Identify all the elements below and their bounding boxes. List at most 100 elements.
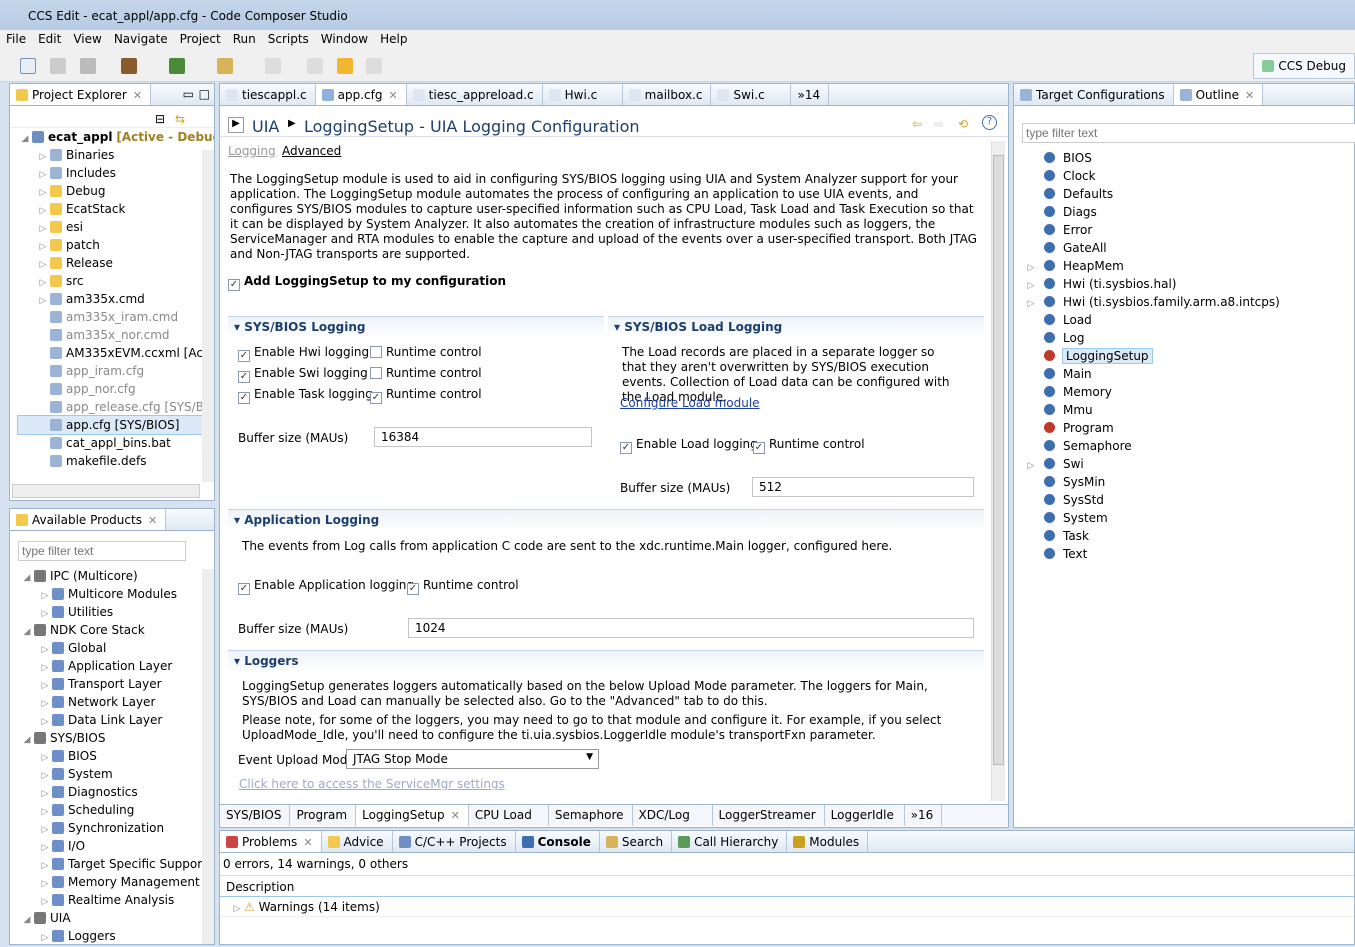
menu-file[interactable]: File: [0, 30, 32, 46]
enable-load-logging-checkbox[interactable]: ✓ Enable Load logging: [620, 437, 758, 454]
product-item[interactable]: ▷ I/O: [20, 837, 200, 855]
outline-item[interactable]: ▷ Hwi (ti.sysbios.family.arm.a8.intcps): [1024, 293, 1344, 311]
module-tab[interactable]: SYS/BIOS: [220, 805, 291, 826]
project-root[interactable]: ◢ ecat_appl [Active - Debug]: [18, 128, 214, 146]
product-item[interactable]: ◢ NDK Core Stack: [20, 621, 200, 639]
tree-item[interactable]: ▷ EcatStack: [18, 200, 214, 218]
breadcrumb-arrow-icon[interactable]: ▶: [228, 117, 244, 133]
forward-icon[interactable]: ⇨: [934, 117, 944, 131]
app-buffer-size-input[interactable]: 1024: [408, 618, 974, 638]
expand-icon[interactable]: ◢: [20, 911, 34, 929]
tree-item[interactable]: ▷ src: [18, 272, 214, 290]
outline-item[interactable]: Load: [1024, 311, 1344, 329]
product-item[interactable]: ▷ System: [20, 765, 200, 783]
outline-item[interactable]: System: [1024, 509, 1344, 527]
tabs-overflow-button[interactable]: »16: [905, 805, 943, 826]
editor-tab[interactable]: Swi.c: [711, 84, 792, 105]
maximize-icon[interactable]: □: [199, 87, 210, 101]
breadcrumb[interactable]: UIA: [252, 117, 279, 136]
tab-call-hierarchy[interactable]: Call Hierarchy: [672, 831, 788, 852]
outline-item[interactable]: Program: [1024, 419, 1344, 437]
tree-item[interactable]: ▷ patch: [18, 236, 214, 254]
load-buffer-size-input[interactable]: 512: [752, 477, 974, 497]
outline-item[interactable]: LoggingSetup: [1024, 347, 1344, 365]
product-item[interactable]: ▷ Memory Management: [20, 873, 200, 891]
checkbox[interactable]: ✓: [228, 279, 240, 291]
debug-bug-icon[interactable]: [169, 58, 186, 74]
tab-search[interactable]: Search: [600, 831, 673, 852]
product-item[interactable]: ◢ SYS/BIOS: [20, 729, 200, 747]
enable-task-logging-checkbox[interactable]: ✓ Enable Task logging: [238, 387, 373, 404]
tree-item[interactable]: app_release.cfg [SYS/BIOS]: [18, 398, 214, 416]
menu-help[interactable]: Help: [374, 30, 413, 46]
horizontal-scrollbar[interactable]: [12, 484, 200, 498]
expand-icon[interactable]: ▷: [38, 929, 52, 947]
help-icon[interactable]: ?: [982, 115, 997, 130]
editor-tab[interactable]: tiesc_appreload.c: [407, 84, 543, 105]
event-upload-mode-select[interactable]: JTAG Stop Mode ▼: [346, 749, 599, 769]
add-logging-setup-checkbox[interactable]: ✓ Add LoggingSetup to my configuration: [228, 274, 506, 291]
app-runtime-control-checkbox[interactable]: ✓ Runtime control: [407, 578, 519, 595]
subtab-logging[interactable]: Logging: [228, 144, 276, 158]
tab-project-explorer[interactable]: Project Explorer ✕: [10, 84, 152, 105]
new-icon[interactable]: [20, 58, 36, 74]
document-icon[interactable]: [264, 58, 281, 74]
configure-load-module-link[interactable]: Configure Load module: [620, 396, 760, 410]
tree-item[interactable]: app.cfg [SYS/BIOS]: [17, 415, 214, 435]
close-icon[interactable]: ✕: [133, 89, 142, 102]
editor-tab[interactable]: mailbox.c: [623, 84, 712, 105]
forward-arrow-icon[interactable]: [366, 58, 383, 74]
menu-scripts[interactable]: Scripts: [262, 30, 315, 46]
outline-item[interactable]: ▷ HeapMem: [1024, 257, 1344, 275]
expand-icon[interactable]: ◢: [20, 623, 34, 641]
outline-item[interactable]: Semaphore: [1024, 437, 1344, 455]
product-item[interactable]: ▷ Scheduling: [20, 801, 200, 819]
last-edit-icon[interactable]: [306, 58, 323, 74]
tab-console[interactable]: Console: [516, 831, 600, 852]
product-item[interactable]: ◢ UIA: [20, 909, 200, 927]
close-icon[interactable]: ✕: [148, 514, 157, 527]
module-tab[interactable]: LoggingSetup ✕: [356, 805, 469, 826]
tree-item[interactable]: merge_appl.bat: [18, 470, 214, 473]
tree-item[interactable]: app_nor.cfg: [18, 380, 214, 398]
outline-item[interactable]: Log: [1024, 329, 1344, 347]
tab-modules[interactable]: Modules: [787, 831, 869, 852]
menu-project[interactable]: Project: [174, 30, 227, 46]
tree-item[interactable]: app_iram.cfg: [18, 362, 214, 380]
module-tab[interactable]: LoggerStreamer: [713, 805, 825, 826]
outline-item[interactable]: Diags: [1024, 203, 1344, 221]
minimize-icon[interactable]: ▭: [183, 87, 194, 101]
vertical-scrollbar[interactable]: [202, 150, 214, 482]
module-tab[interactable]: CPU Load: [469, 805, 549, 826]
product-item[interactable]: ▷ Transport Layer: [20, 675, 200, 693]
outline-item[interactable]: Error: [1024, 221, 1344, 239]
vertical-scrollbar[interactable]: [991, 141, 1005, 801]
menu-window[interactable]: Window: [315, 30, 374, 46]
product-item[interactable]: ▷ Realtime Analysis: [20, 891, 200, 909]
tree-item[interactable]: ▷ esi: [18, 218, 214, 236]
outline-item[interactable]: Main: [1024, 365, 1344, 383]
outline-item[interactable]: ▷ Hwi (ti.sysbios.hal): [1024, 275, 1344, 293]
enable-hwi-logging-checkbox[interactable]: ✓ Enable Hwi logging: [238, 345, 369, 362]
menu-edit[interactable]: Edit: [32, 30, 67, 46]
expand-icon[interactable]: ◢: [20, 569, 34, 587]
tree-item[interactable]: makefile.defs: [18, 452, 214, 470]
products-filter-input[interactable]: [18, 541, 186, 561]
outline-item[interactable]: SysMin: [1024, 473, 1344, 491]
tree-item[interactable]: cat_appl_bins.bat: [18, 434, 214, 452]
product-item[interactable]: ▷ Network Layer: [20, 693, 200, 711]
tab-problems[interactable]: Problems ✕: [220, 831, 322, 852]
refresh-icon[interactable]: ⟲: [958, 117, 968, 131]
outline-item[interactable]: Task: [1024, 527, 1344, 545]
outline-item[interactable]: Defaults: [1024, 185, 1344, 203]
build-hammer-icon[interactable]: [121, 58, 138, 74]
module-tab[interactable]: Semaphore: [549, 805, 633, 826]
product-item[interactable]: ▷ Multicore Modules: [20, 585, 200, 603]
expand-icon[interactable]: ◢: [18, 130, 32, 148]
menu-navigate[interactable]: Navigate: [108, 30, 174, 46]
module-tab[interactable]: XDC/Log: [633, 805, 713, 826]
collapse-icon[interactable]: ▾: [234, 320, 244, 334]
tab-available-products[interactable]: Available Products ✕: [10, 509, 167, 530]
close-icon[interactable]: ✕: [451, 809, 460, 822]
save-icon[interactable]: [49, 58, 66, 74]
